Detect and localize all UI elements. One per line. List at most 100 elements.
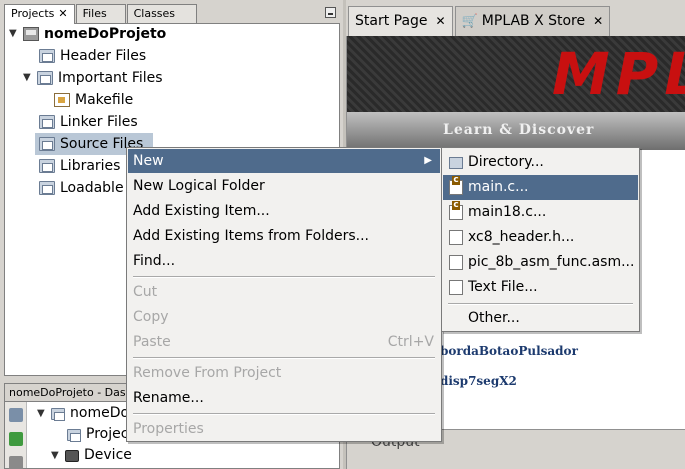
mplab-banner: MPL xyxy=(347,36,685,112)
learn-discover-bar: Learn & Discover xyxy=(347,112,685,150)
c-file-icon xyxy=(449,176,463,195)
dash-node-projec[interactable]: Projec xyxy=(67,424,128,445)
expanded-arrow-icon[interactable]: ▼ xyxy=(37,403,47,424)
submenu-item-label: xc8_header.h... xyxy=(468,229,575,245)
expanded-arrow-icon[interactable]: ▼ xyxy=(51,445,61,466)
tree-node-label: Important Files xyxy=(58,70,163,86)
close-icon[interactable]: ✕ xyxy=(593,14,603,28)
project-config-icon xyxy=(51,407,65,421)
header-file-icon xyxy=(449,230,463,245)
folder-icon xyxy=(37,71,53,85)
folder-icon xyxy=(39,137,55,151)
menu-item-properties[interactable]: Properties xyxy=(128,417,440,441)
tab-start-page[interactable]: Start Page ✕ xyxy=(348,6,453,36)
tree-node-label: Loadable xyxy=(60,180,124,196)
menu-item-copy[interactable]: Copy xyxy=(128,305,440,329)
context-menu: New ▶ New Logical Folder Add Existing It… xyxy=(126,147,442,442)
menu-separator xyxy=(133,357,435,359)
submenu-item-asm[interactable]: pic_8b_asm_func.asm... xyxy=(443,250,638,275)
tree-node-libraries[interactable]: Libraries xyxy=(39,155,120,177)
submenu-item-label: main18.c... xyxy=(468,204,547,220)
submenu-item-label: pic_8b_asm_func.asm... xyxy=(468,254,635,270)
learn-discover-title: Learn & Discover xyxy=(443,122,595,138)
refresh-icon[interactable] xyxy=(9,432,23,446)
submenu-item-label: main.c... xyxy=(468,179,529,195)
submenu-item-other[interactable]: Other... xyxy=(443,306,638,331)
menu-separator xyxy=(133,276,435,278)
submenu-item-main18-c[interactable]: main18.c... xyxy=(443,200,638,225)
expanded-arrow-icon[interactable]: ▼ xyxy=(9,23,19,45)
submenu-item-directory[interactable]: Directory... xyxy=(443,150,638,175)
text-file-icon xyxy=(449,280,463,295)
chip-icon xyxy=(65,449,79,462)
submenu-item-label: Other... xyxy=(468,310,520,326)
close-icon[interactable]: ✕ xyxy=(436,14,446,28)
menu-item-cut[interactable]: Cut xyxy=(128,280,440,304)
menu-item-add-existing-items-folders[interactable]: Add Existing Items from Folders... xyxy=(128,224,440,248)
menu-item-label: Find... xyxy=(133,253,176,269)
tree-node-important-files[interactable]: ▼ Important Files xyxy=(23,67,163,89)
folder-icon xyxy=(39,159,55,173)
editor-tab-bar: Start Page ✕ 🛒 MPLAB X Store ✕ xyxy=(348,6,612,36)
tree-node-makefile[interactable]: Makefile xyxy=(54,89,133,111)
dash-node-project[interactable]: ▼ nomeDo xyxy=(37,403,129,424)
tab-classes[interactable]: Classes xyxy=(126,4,197,23)
project-config-icon xyxy=(67,428,81,442)
menu-item-label: Properties xyxy=(133,421,204,437)
tree-node-label: Libraries xyxy=(60,158,121,174)
submenu-arrow-icon: ▶ xyxy=(424,155,432,166)
sample-project-link[interactable]: -disp7segX2 xyxy=(435,374,517,388)
dash-node-label: nomeDo xyxy=(70,405,130,421)
folder-icon xyxy=(39,181,55,195)
tab-classes-label: Classes xyxy=(133,7,176,20)
dash-node-label: Projec xyxy=(86,426,129,442)
menu-item-new-logical-folder[interactable]: New Logical Folder xyxy=(128,174,440,198)
menu-separator xyxy=(448,303,633,305)
tree-node-project-root[interactable]: ▼ nomeDoProjeto xyxy=(9,23,166,45)
tab-label: MPLAB X Store xyxy=(481,13,586,29)
menu-separator xyxy=(133,413,435,415)
minimize-icon[interactable] xyxy=(325,7,336,18)
tree-node-label: Linker Files xyxy=(60,114,138,130)
tab-label: Start Page xyxy=(355,13,428,29)
project-icon xyxy=(23,27,39,41)
tree-node-label: Makefile xyxy=(75,92,134,108)
menu-item-paste[interactable]: Paste Ctrl+V xyxy=(128,330,440,354)
menu-item-label: New xyxy=(133,153,164,169)
close-icon[interactable]: ✕ xyxy=(58,7,67,20)
expanded-arrow-icon[interactable]: ▼ xyxy=(23,67,33,89)
submenu-item-label: Text File... xyxy=(468,279,538,295)
dash-node-device[interactable]: ▼ Device xyxy=(51,445,132,466)
menu-item-rename[interactable]: Rename... xyxy=(128,386,440,410)
menu-item-label: Rename... xyxy=(133,390,204,406)
submenu-item-xc8-header[interactable]: xc8_header.h... xyxy=(443,225,638,250)
asm-file-icon xyxy=(449,255,463,270)
makefile-icon xyxy=(54,93,70,107)
tab-mplab-store[interactable]: 🛒 MPLAB X Store ✕ xyxy=(454,6,611,36)
menu-item-label: Remove From Project xyxy=(133,365,282,381)
projects-tab-bar: Projects ✕ Files Classes xyxy=(4,4,340,24)
sample-project-link[interactable]: -bordaBotaoPulsador xyxy=(435,344,578,358)
tab-files-label: Files xyxy=(82,7,107,20)
tree-node-linker-files[interactable]: Linker Files xyxy=(39,111,138,133)
tab-projects[interactable]: Projects ✕ xyxy=(4,4,75,24)
dashboard-toolbar xyxy=(5,402,27,469)
submenu-item-text-file[interactable]: Text File... xyxy=(443,275,638,300)
menu-item-add-existing-item[interactable]: Add Existing Item... xyxy=(128,199,440,223)
c-file-icon xyxy=(449,201,463,220)
info-icon[interactable] xyxy=(9,456,23,469)
submenu-item-main-c[interactable]: main.c... xyxy=(443,175,638,200)
menu-item-find[interactable]: Find... xyxy=(128,249,440,273)
menu-item-label: Add Existing Items from Folders... xyxy=(133,228,370,244)
menu-item-remove-from-project[interactable]: Remove From Project xyxy=(128,361,440,385)
cart-icon: 🛒 xyxy=(461,14,478,29)
mplab-logo: MPL xyxy=(552,40,685,108)
project-root-label: nomeDoProjeto xyxy=(44,26,167,42)
settings-icon[interactable] xyxy=(9,408,23,422)
menu-item-label: Add Existing Item... xyxy=(133,203,270,219)
new-submenu: Directory... main.c... main18.c... xc8_h… xyxy=(441,147,640,332)
menu-item-new[interactable]: New ▶ xyxy=(128,149,440,173)
tree-node-loadable[interactable]: Loadable xyxy=(39,177,124,199)
tree-node-header-files[interactable]: Header Files xyxy=(39,45,146,67)
tab-files[interactable]: Files xyxy=(75,4,126,23)
